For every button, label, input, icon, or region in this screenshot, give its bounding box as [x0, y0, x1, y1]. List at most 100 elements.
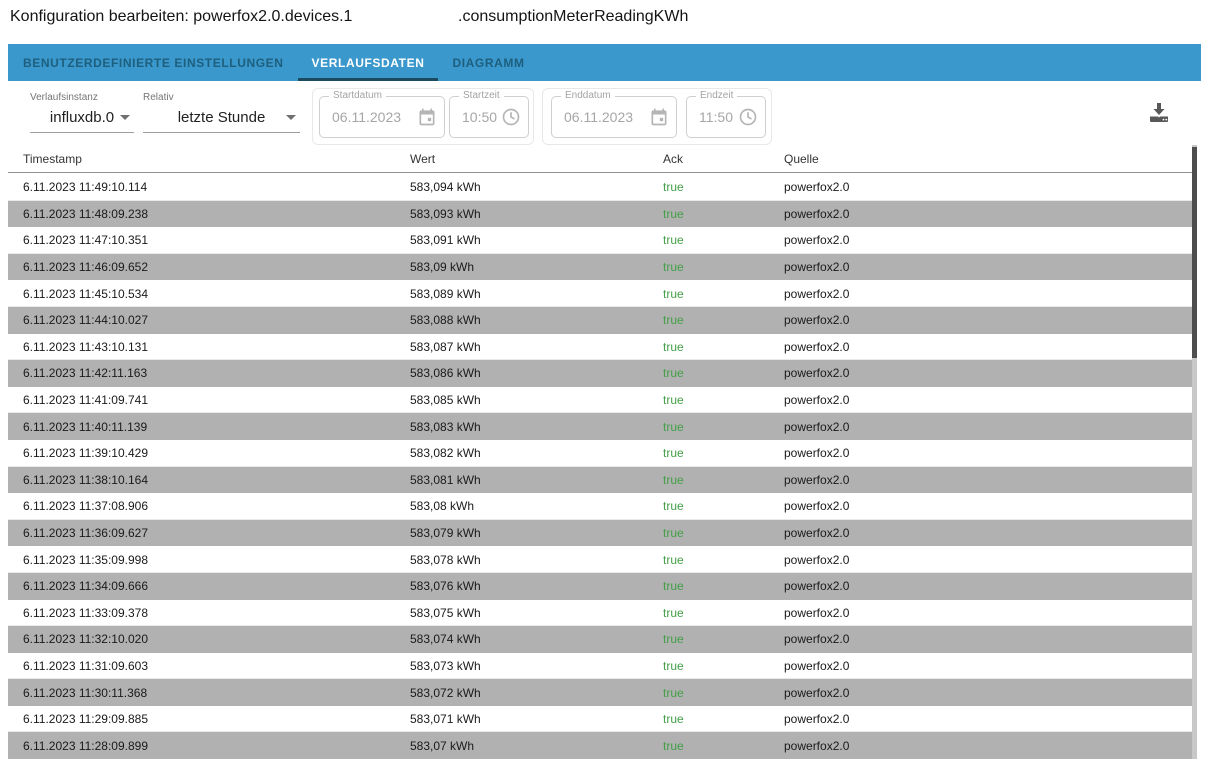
cell-wert: 583,079 kWh: [410, 526, 481, 541]
cell-quelle: powerfox2.0: [784, 286, 850, 301]
cell-timestamp: 6.11.2023 11:32:10.020: [23, 632, 149, 647]
history-instance-select[interactable]: Verlaufsinstanz influxdb.0: [30, 92, 134, 142]
cell-timestamp: 6.11.2023 11:37:08.906: [23, 499, 149, 514]
cell-wert: 583,078 kWh: [410, 552, 481, 567]
cell-wert: 583,082 kWh: [410, 446, 481, 461]
table-row: 6.11.2023 11:49:10.114 583,094 kWh true pow…: [8, 174, 1192, 201]
export-download-button[interactable]: [1146, 98, 1174, 126]
table-row: 6.11.2023 11:33:09.378 583,075 kWh true pow…: [8, 600, 1192, 627]
cell-timestamp: 6.11.2023 11:46:09.652: [23, 260, 149, 275]
cell-timestamp: 6.11.2023 11:39:10.429: [23, 446, 149, 461]
table-row: 6.11.2023 11:43:10.131 583,087 kWh true pow…: [8, 334, 1192, 361]
chevron-down-icon: [120, 115, 130, 120]
cell-timestamp: 6.11.2023 11:47:10.351: [23, 233, 149, 248]
start-datetime-group: Startdatum 06.11.2023 Startzeit 10:50: [312, 88, 534, 145]
end-time-field: Endzeit 11:50: [686, 90, 766, 138]
table-header: Timestamp Wert Ack Quelle: [8, 145, 1192, 173]
download-icon: [1146, 99, 1174, 125]
tab-history-data-label: VERLAUFSDATEN: [311, 55, 425, 70]
dialog-title-object-id: Konfiguration bearbeiten: powerfox2.0.de…: [10, 8, 353, 25]
table-row: 6.11.2023 11:44:10.027 583,088 kWh true pow…: [8, 306, 1192, 334]
cell-timestamp: 6.11.2023 11:40:11.139: [23, 419, 148, 434]
tab-bar: BENUTZERDEFINIERTE EINSTELLUNGEN VERLAUF…: [8, 44, 1201, 81]
table-row: 6.11.2023 11:40:11.139 583,083 kWh true pow…: [8, 413, 1192, 440]
clock-icon: [501, 107, 521, 127]
scrollbar-thumb[interactable]: [1192, 147, 1197, 358]
cell-timestamp: 6.11.2023 11:45:10.534: [23, 286, 149, 301]
cell-timestamp: 6.11.2023 11:42:11.163: [23, 366, 148, 381]
history-instance-label: Verlaufsinstanz: [30, 92, 98, 103]
cell-wert: 583,07 kWh: [410, 738, 475, 753]
column-header-wert: Wert: [410, 151, 436, 166]
tab-chart-label: DIAGRAMM: [452, 55, 525, 70]
cell-quelle: powerfox2.0: [784, 260, 850, 275]
table-row: 6.11.2023 11:35:09.998 583,078 kWh true pow…: [8, 546, 1192, 573]
cell-ack: true: [663, 526, 684, 541]
scrollbar-track[interactable]: [1192, 145, 1197, 759]
cell-timestamp: 6.11.2023 11:35:09.998: [23, 552, 149, 567]
column-header-timestamp: Timestamp: [23, 151, 82, 166]
start-time-field: Startzeit 10:50: [449, 90, 529, 138]
column-header-ack: Ack: [663, 151, 684, 166]
table-row: 6.11.2023 11:38:10.164 583,081 kWh true pow…: [8, 466, 1192, 494]
calendar-icon: [417, 107, 437, 127]
table-row: 6.11.2023 11:42:11.163 583,086 kWh true pow…: [8, 360, 1192, 387]
table-row: 6.11.2023 11:39:10.429 583,082 kWh true pow…: [8, 440, 1192, 467]
cell-ack: true: [663, 419, 684, 434]
table-row: 6.11.2023 11:31:09.603 583,073 kWh true pow…: [8, 653, 1192, 680]
cell-quelle: powerfox2.0: [784, 738, 850, 753]
end-time-label: Endzeit: [696, 90, 738, 101]
cell-wert: 583,088 kWh: [410, 313, 481, 328]
cell-ack: true: [663, 233, 684, 248]
cell-wert: 583,076 kWh: [410, 579, 481, 594]
clock-icon: [738, 107, 758, 127]
dialog-title-state-name: .consumptionMeterReadingKWh: [458, 8, 689, 25]
table-row: 6.11.2023 11:28:09.899 583,07 kWh true powe…: [8, 732, 1192, 760]
table-row: 6.11.2023 11:37:08.906 583,08 kWh true powe…: [8, 493, 1192, 520]
tab-custom-settings[interactable]: BENUTZERDEFINIERTE EINSTELLUNGEN: [9, 44, 298, 81]
cell-wert: 583,08 kWh: [410, 499, 475, 514]
tab-chart[interactable]: DIAGRAMM: [438, 44, 538, 81]
relative-range-select[interactable]: Relativ letzte Stunde: [143, 92, 300, 142]
cell-ack: true: [663, 472, 684, 487]
cell-wert: 583,085 kWh: [410, 393, 481, 408]
tab-custom-settings-label: BENUTZERDEFINIERTE EINSTELLUNGEN: [23, 55, 284, 70]
calendar-icon: [649, 107, 669, 127]
cell-ack: true: [663, 685, 684, 700]
cell-wert: 583,09 kWh: [410, 260, 475, 275]
cell-quelle: powerfox2.0: [784, 632, 850, 647]
cell-ack: true: [663, 632, 684, 647]
cell-quelle: powerfox2.0: [784, 552, 850, 567]
cell-quelle: powerfox2.0: [784, 658, 850, 673]
cell-quelle: powerfox2.0: [784, 579, 850, 594]
cell-ack: true: [663, 180, 684, 195]
cell-ack: true: [663, 738, 684, 753]
table-row: 6.11.2023 11:30:11.368 583,072 kWh true pow…: [8, 679, 1192, 706]
end-date-value: 06.11.2023: [564, 109, 634, 125]
cell-quelle: powerfox2.0: [784, 499, 850, 514]
table-row: 6.11.2023 11:48:09.238 583,093 kWh true pow…: [8, 200, 1192, 228]
relative-range-value: letzte Stunde: [177, 109, 266, 126]
cell-timestamp: 6.11.2023 11:30:11.368: [23, 685, 148, 700]
table-row: 6.11.2023 11:47:10.351 583,091 kWh true pow…: [8, 227, 1192, 254]
tab-history-data[interactable]: VERLAUFSDATEN: [297, 44, 439, 81]
cell-wert: 583,075 kWh: [410, 605, 481, 620]
cell-quelle: powerfox2.0: [784, 339, 850, 354]
cell-quelle: powerfox2.0: [784, 180, 850, 195]
cell-wert: 583,086 kWh: [410, 366, 481, 381]
cell-wert: 583,071 kWh: [410, 712, 481, 727]
cell-quelle: powerfox2.0: [784, 419, 850, 434]
start-time-label: Startzeit: [459, 90, 504, 101]
table-row: 6.11.2023 11:32:10.020 583,074 kWh true pow…: [8, 626, 1192, 653]
cell-ack: true: [663, 712, 684, 727]
table-body: 6.11.2023 11:49:10.114 583,094 kWh true pow…: [8, 174, 1192, 760]
cell-ack: true: [663, 605, 684, 620]
column-header-quelle: Quelle: [784, 151, 819, 166]
cell-quelle: powerfox2.0: [784, 526, 850, 541]
cell-timestamp: 6.11.2023 11:38:10.164: [23, 472, 149, 487]
cell-timestamp: 6.11.2023 11:28:09.899: [23, 738, 149, 753]
cell-timestamp: 6.11.2023 11:29:09.885: [23, 712, 149, 727]
cell-quelle: powerfox2.0: [784, 446, 850, 461]
cell-wert: 583,073 kWh: [410, 658, 481, 673]
cell-ack: true: [663, 579, 684, 594]
